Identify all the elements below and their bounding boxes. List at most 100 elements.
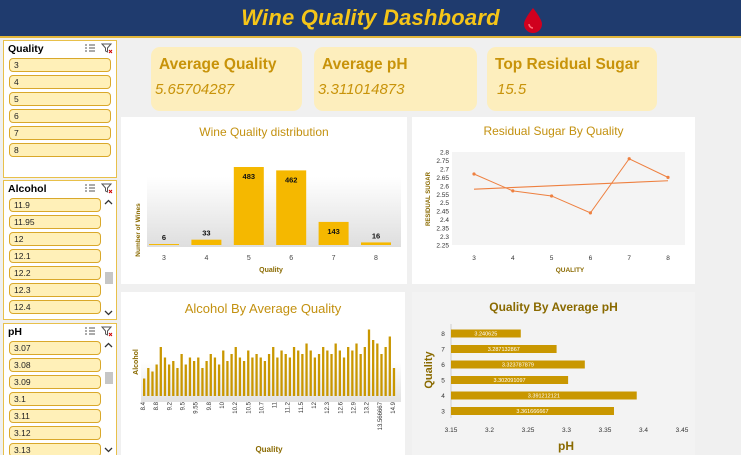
alcohol-quality-chart[interactable]: Alcohol By Average Quality 8.4 8.8 9.2 9.5 9… xyxy=(121,292,405,455)
multi-select-icon[interactable] xyxy=(84,183,96,194)
plot-background xyxy=(141,362,401,402)
x-tick-label: 9.5 xyxy=(180,401,186,410)
residual-sugar-chart[interactable]: Residual Sugar By Quality 2.25 2.3 2.35 2.4… xyxy=(412,117,695,284)
slicer-item-alcohol[interactable]: 12.2 xyxy=(9,266,101,280)
y-tick-label: 8 xyxy=(441,331,445,338)
ph-scroll-thumb[interactable] xyxy=(105,372,113,384)
alcohol-slicer-items: 11.9 11.95 12 12.1 12.2 12.3 12.4 xyxy=(9,198,101,317)
x-tick-label: 14.9 xyxy=(391,401,397,413)
x-tick-label: 10.7 xyxy=(259,401,265,413)
y-tick-label: 2.8 xyxy=(440,150,449,157)
slicer-item-quality[interactable]: 5 xyxy=(9,92,111,106)
x-tick-label: 5 xyxy=(247,255,251,262)
data-label: 3.287132867 xyxy=(488,347,520,353)
ph-scrollbar[interactable] xyxy=(104,341,113,455)
x-tick-label: 11 xyxy=(273,401,279,408)
multi-select-icon[interactable] xyxy=(84,43,96,54)
bar xyxy=(330,354,333,396)
bar xyxy=(342,357,346,396)
slicer-item-quality[interactable]: 4 xyxy=(9,75,111,89)
slicer-item-quality[interactable]: 7 xyxy=(9,126,111,140)
bar xyxy=(284,354,287,396)
quality-ph-chart[interactable]: Quality By Average pH 3.361666667 3 3.3912… xyxy=(412,292,695,455)
scroll-up-icon[interactable] xyxy=(104,341,113,350)
x-tick-label: 4 xyxy=(204,255,208,262)
slicer-item-quality[interactable]: 3 xyxy=(9,58,111,72)
bar xyxy=(247,350,250,396)
scroll-up-icon[interactable] xyxy=(104,198,113,207)
bar xyxy=(376,343,379,396)
kpi-average-ph: Average pH 3.311014873 xyxy=(314,47,477,111)
bar xyxy=(167,364,171,396)
x-tick-label: 4 xyxy=(511,255,515,262)
bar xyxy=(251,357,254,396)
x-tick-label: 9.55 xyxy=(194,401,200,413)
slicer-item-alcohol[interactable]: 11.95 xyxy=(9,215,101,229)
bar xyxy=(355,343,358,396)
x-tick-label: 8.4 xyxy=(141,401,147,410)
x-tick-label: 3.35 xyxy=(599,427,612,434)
slicer-item-ph[interactable]: 3.12 xyxy=(9,426,101,440)
x-tick-label: 5 xyxy=(550,255,554,262)
x-tick-label: 11.2 xyxy=(286,401,292,413)
slicer-item-ph[interactable]: 3.09 xyxy=(9,375,101,389)
slicer-item-ph[interactable]: 3.1 xyxy=(9,392,101,406)
bar xyxy=(392,368,396,396)
x-tick-label: 6 xyxy=(289,255,293,262)
quality-distribution-plot: 63334483546261437168QualityNumber of Win… xyxy=(135,167,401,274)
alcohol-scrollbar[interactable] xyxy=(104,198,113,318)
bar xyxy=(230,354,233,396)
bar xyxy=(297,350,300,396)
x-tick-label: 9.8 xyxy=(207,401,213,410)
x-tick-label: 11.5 xyxy=(299,401,305,413)
slicer-item-quality[interactable]: 8 xyxy=(9,143,111,157)
slicer-item-alcohol[interactable]: 12.1 xyxy=(9,249,101,263)
bar xyxy=(149,244,179,246)
bar xyxy=(363,347,366,396)
data-label: 3.361666667 xyxy=(516,409,548,415)
slicer-item-alcohol[interactable]: 12.4 xyxy=(9,300,101,314)
bar xyxy=(222,350,225,396)
clear-filter-icon[interactable] xyxy=(101,326,113,337)
slicer-item-alcohol[interactable]: 12 xyxy=(9,232,101,246)
slicer-item-ph[interactable]: 3.07 xyxy=(9,341,101,355)
slicer-item-ph[interactable]: 3.13 xyxy=(9,443,101,455)
x-tick-label: 8 xyxy=(666,255,670,262)
bar xyxy=(301,354,304,396)
y-tick-label: 2.25 xyxy=(436,243,449,250)
bar xyxy=(209,354,212,396)
y-tick-label: 2.4 xyxy=(440,217,449,224)
slicer-item-quality[interactable]: 6 xyxy=(9,109,111,123)
slicer-item-alcohol[interactable]: 12.3 xyxy=(9,283,101,297)
scroll-down-icon[interactable] xyxy=(104,445,113,454)
y-tick-label: 4 xyxy=(441,393,445,400)
alcohol-scroll-thumb[interactable] xyxy=(105,272,113,284)
bar xyxy=(234,347,237,396)
x-tick-label: 7 xyxy=(332,255,336,262)
slicer-item-alcohol[interactable]: 11.9 xyxy=(9,198,101,212)
quality-distribution-chart[interactable]: Wine Quality distribution 6 3 33 4 483 5 462 6 1… xyxy=(121,117,407,284)
multi-select-icon[interactable] xyxy=(84,326,96,337)
kpi-value: 3.311014873 xyxy=(318,81,405,98)
slicer-item-ph[interactable]: 3.08 xyxy=(9,358,101,372)
clear-filter-icon[interactable] xyxy=(101,183,113,194)
scroll-down-icon[interactable] xyxy=(104,308,113,317)
x-tick-label: 13.566667 xyxy=(378,401,384,430)
slicer-item-ph[interactable]: 3.11 xyxy=(9,409,101,423)
alcohol-slicer: Alcohol 11.9 11.95 12 12.1 12.2 12.3 12.4 xyxy=(3,180,117,320)
bar xyxy=(380,354,383,396)
quality-slicer-title: Quality xyxy=(8,43,44,55)
clear-filter-icon[interactable] xyxy=(101,43,113,54)
y-tick-label: 2.65 xyxy=(436,175,449,182)
bar xyxy=(192,361,196,396)
kpi-label: Average Quality xyxy=(159,56,277,73)
x-tick-label: 3.4 xyxy=(639,427,648,434)
bar xyxy=(176,368,179,396)
x-axis-label: Quality xyxy=(255,445,283,454)
y-axis-label: RESIDUAL SUGAR xyxy=(426,171,432,226)
bar xyxy=(326,350,329,396)
quality-slicer: Quality 3 4 5 6 7 8 xyxy=(3,40,117,178)
y-tick-label: 2.55 xyxy=(436,192,449,199)
y-tick-label: 2.6 xyxy=(440,183,449,190)
bar xyxy=(351,350,354,396)
